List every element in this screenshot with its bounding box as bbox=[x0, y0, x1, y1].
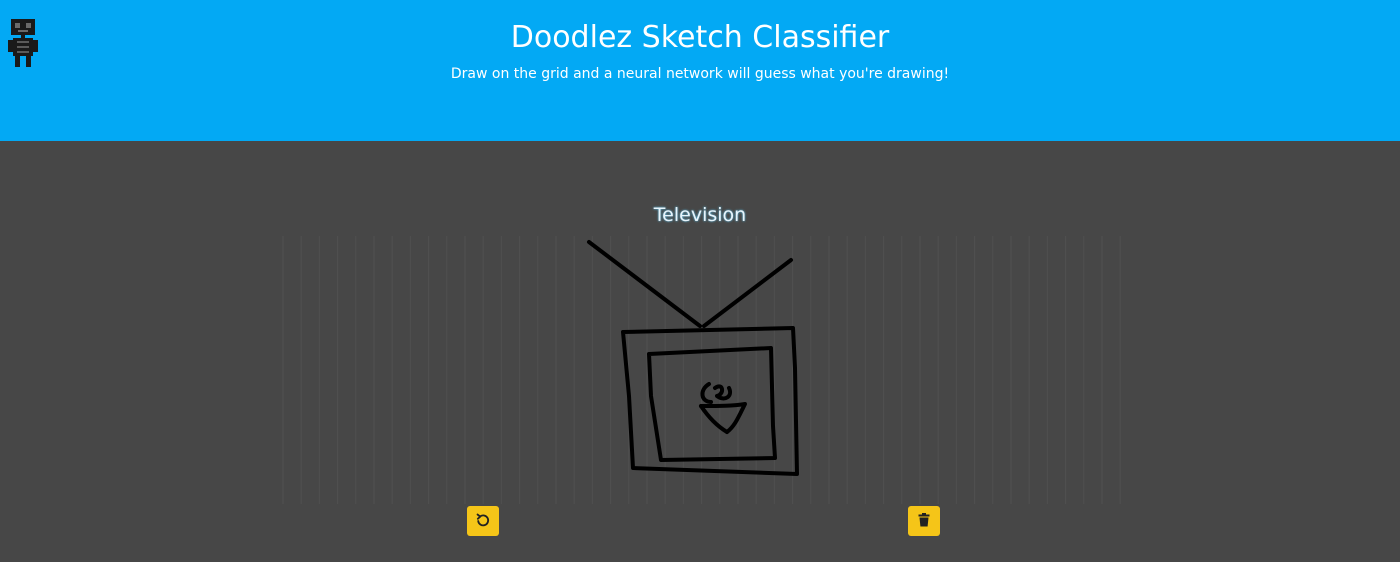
drawing-canvas[interactable] bbox=[281, 236, 1133, 504]
app-header: Doodlez Sketch Classifier Draw on the gr… bbox=[0, 0, 1400, 141]
app-title: Doodlez Sketch Classifier bbox=[510, 20, 890, 55]
prediction-label: Television bbox=[653, 204, 747, 226]
trash-icon bbox=[918, 512, 930, 530]
sketch-strokes bbox=[587, 240, 799, 476]
clear-button[interactable] bbox=[908, 506, 940, 536]
app-subtitle: Draw on the grid and a neural network wi… bbox=[450, 66, 950, 82]
undo-button[interactable] bbox=[467, 506, 499, 536]
undo-icon bbox=[476, 513, 490, 530]
main-area: Television bbox=[0, 141, 1400, 562]
